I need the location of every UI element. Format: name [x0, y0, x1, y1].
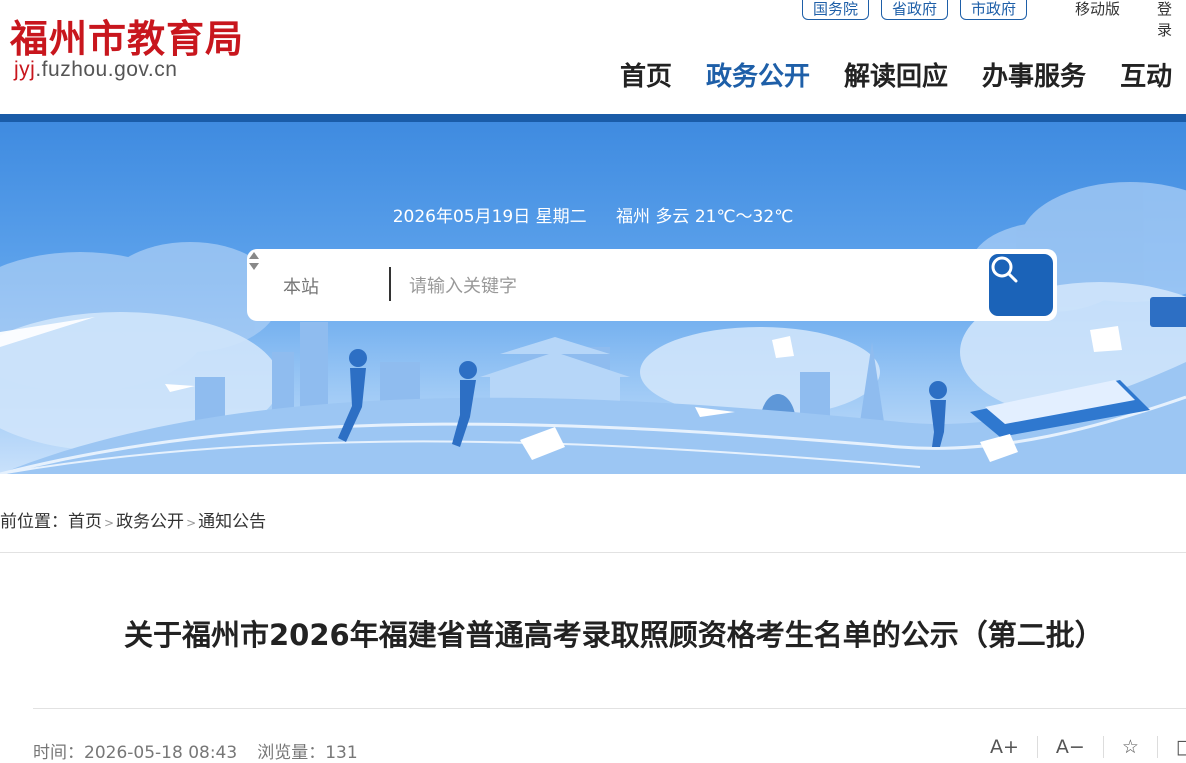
breadcrumb-home[interactable]: 首页 [68, 512, 102, 532]
search-divider [389, 267, 391, 301]
date-weather: 2026年05月19日 星期二 福州 多云 21℃～32℃ [0, 202, 1186, 227]
top-links: 国务院 省政府 市政府 [802, 0, 1028, 20]
print-icon[interactable]: □ [1156, 736, 1186, 758]
font-decrease-button[interactable]: A− [1036, 736, 1103, 758]
article-tools: A+ A− ☆ □ [990, 736, 1186, 758]
title-divider [33, 708, 1186, 709]
views-count: 131 [325, 743, 358, 763]
current-date: 2026年05月19日 星期二 [392, 207, 587, 227]
favorite-star-icon[interactable]: ☆ [1102, 736, 1157, 758]
mobile-version-link[interactable]: 移动版 [1075, 0, 1120, 19]
search-scope-select[interactable]: 本站 [283, 273, 319, 299]
updown-arrow-icon[interactable] [247, 249, 261, 273]
article-meta: 时间：2026-05-18 08:43 浏览量：131 [33, 738, 358, 763]
nav-interaction[interactable]: 互动 [1120, 56, 1172, 93]
search-button[interactable] [989, 254, 1053, 316]
breadcrumb-prefix: 前位置： [0, 512, 68, 532]
site-logo[interactable]: 福州市教育局 [10, 8, 244, 63]
site-url: jyj.fuzhou.gov.cn [14, 58, 177, 82]
search-icon [991, 256, 1018, 283]
breadcrumb-separator: > [104, 516, 115, 530]
nav-interpretation[interactable]: 解读回应 [844, 56, 948, 93]
time-label: 时间： [33, 743, 84, 763]
publish-time: 2026-05-18 08:43 [84, 743, 238, 763]
breadcrumb-separator: > [186, 516, 197, 530]
nav-gov-affairs[interactable]: 政务公开 [706, 56, 810, 93]
nav-services[interactable]: 办事服务 [982, 56, 1086, 93]
breadcrumb-notices[interactable]: 通知公告 [198, 512, 266, 532]
header-bar [0, 114, 1186, 122]
top-link-province[interactable]: 省政府 [881, 0, 949, 20]
font-increase-button[interactable]: A+ [990, 736, 1037, 758]
nav-home[interactable]: 首页 [620, 56, 672, 93]
main-nav: 首页 政务公开 解读回应 办事服务 互动 [620, 56, 1172, 93]
login-link[interactable]: 登录 [1157, 0, 1186, 40]
breadcrumb-divider [0, 552, 1186, 553]
site-url-rest: .fuzhou.gov.cn [35, 58, 178, 81]
breadcrumb: 前位置：首页 > 政务公开 > 通知公告 [0, 507, 266, 532]
current-weather: 福州 多云 21℃～32℃ [616, 207, 794, 227]
top-link-state-council[interactable]: 国务院 [802, 0, 870, 20]
site-header: 福州市教育局 jyj.fuzhou.gov.cn 国务院 省政府 市政府 移动版… [0, 0, 1186, 114]
views-label: 浏览量： [257, 743, 326, 763]
banner: 2026年05月19日 星期二 福州 多云 21℃～32℃ 本站 [0, 122, 1186, 474]
top-link-city[interactable]: 市政府 [960, 0, 1028, 20]
search-input[interactable] [407, 265, 971, 307]
site-url-highlight: jyj [14, 58, 36, 81]
search-bar: 本站 [247, 249, 1057, 321]
breadcrumb-gov-affairs[interactable]: 政务公开 [116, 512, 184, 532]
article-title: 关于福州市2026年福建省普通高考录取照顾资格考生名单的公示（第二批） [124, 618, 1104, 652]
